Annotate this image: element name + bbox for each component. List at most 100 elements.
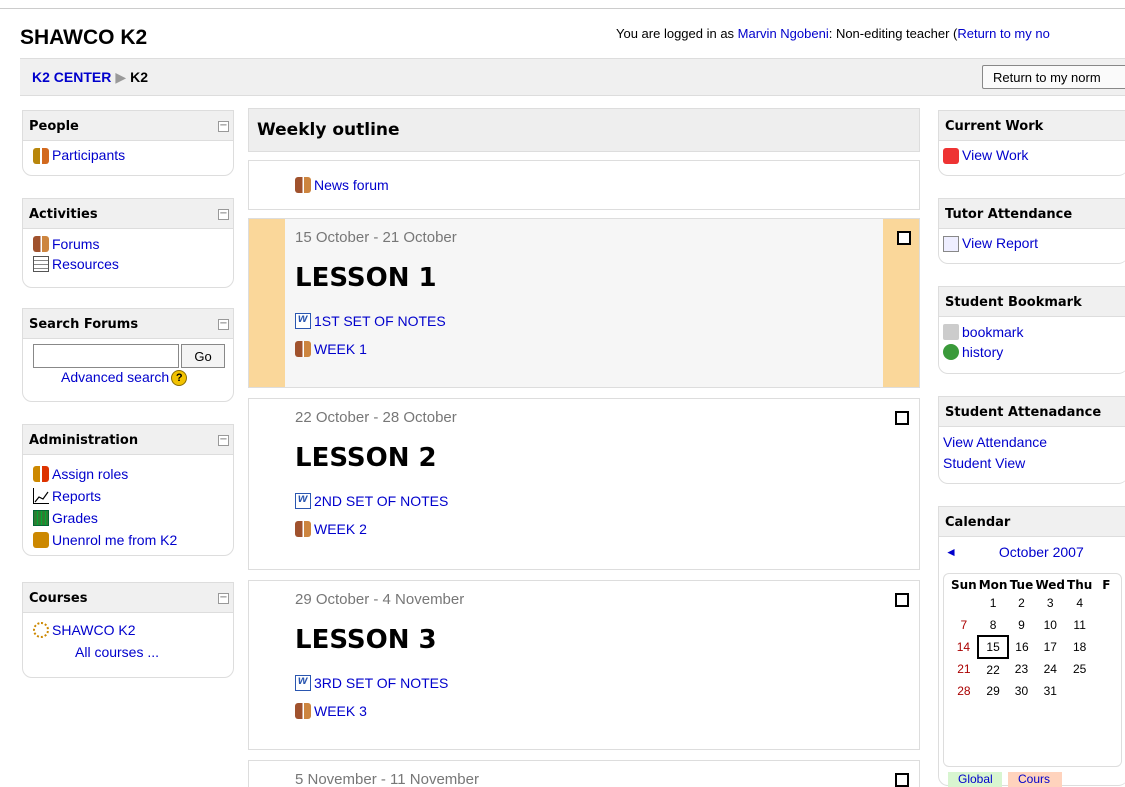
week-forum-link[interactable]: WEEK 2 [314, 521, 367, 537]
week-forum-link[interactable]: WEEK 3 [314, 703, 367, 719]
forum-search-input[interactable] [33, 344, 179, 368]
resource-icon [33, 256, 49, 272]
day-header: Tue [1009, 578, 1034, 592]
week-section: 15 October - 21 October LESSON 1 1ST SET… [248, 218, 920, 388]
return-to-role-link[interactable]: Return to my no [957, 26, 1050, 41]
participants-icon [33, 147, 49, 164]
section-title: LESSON 3 [295, 625, 437, 655]
forum-icon [295, 703, 311, 719]
collapse-toggle[interactable]: − [218, 121, 229, 132]
forum-icon [295, 341, 311, 357]
calendar-legend: Global Cours [948, 772, 1062, 787]
news-forum-link[interactable]: News forum [314, 177, 389, 193]
unenrol-link[interactable]: Unenrol me from K2 [52, 529, 177, 551]
calendar-day: 16 [1015, 640, 1029, 654]
reports-icon [33, 488, 49, 504]
all-courses-link[interactable]: All courses ... [75, 644, 159, 660]
day-header: Wed [1035, 578, 1066, 592]
section-title: LESSON 2 [295, 443, 437, 473]
legend-global[interactable]: Global [948, 772, 1002, 787]
section-date: 15 October - 21 October [295, 229, 457, 246]
show-only-week-checkbox[interactable] [897, 231, 911, 245]
show-only-week-checkbox[interactable] [895, 773, 909, 787]
show-only-week-checkbox[interactable] [895, 593, 909, 607]
unenrol-icon [33, 532, 49, 548]
block-header: Search Forums − [23, 309, 233, 339]
block-header: Administration − [23, 425, 233, 455]
notes-link[interactable]: 2ND SET OF NOTES [314, 493, 448, 509]
block-title: Administration [29, 433, 139, 448]
block-header: Student Bookmark [939, 287, 1125, 317]
legend-course[interactable]: Cours [1008, 772, 1062, 787]
calendar-day: 31 [1043, 684, 1057, 698]
calendar-day: 8 [989, 617, 997, 632]
courses-block: Courses − SHAWCO K2 All courses ... [22, 582, 234, 678]
previous-month-icon[interactable]: ◄ [945, 545, 957, 559]
student-bookmark-block: Student Bookmark bookmark history [938, 286, 1125, 374]
calendar-day [1093, 614, 1119, 636]
section-title: LESSON 1 [295, 263, 437, 293]
calendar-day: 17 [1043, 640, 1057, 654]
student-view-link[interactable]: Student View [943, 455, 1025, 471]
block-title: Current Work [945, 119, 1044, 134]
show-only-week-checkbox[interactable] [895, 411, 909, 425]
history-icon [943, 344, 959, 360]
block-header: Courses − [23, 583, 233, 613]
navbar: K2 CENTER ▶ K2 Return to my norm [20, 58, 1125, 96]
participants-link[interactable]: Participants [52, 145, 125, 166]
bookmark-icon [943, 324, 959, 340]
work-icon [943, 147, 959, 164]
forums-link[interactable]: Forums [52, 234, 99, 254]
go-button[interactable]: Go [181, 344, 225, 368]
notes-link[interactable]: 3RD SET OF NOTES [314, 675, 448, 691]
collapse-toggle[interactable]: − [218, 209, 229, 220]
week-forum-link[interactable]: WEEK 1 [314, 341, 367, 357]
calendar-day: 7 [960, 618, 968, 632]
calendar-day: 30 [1014, 684, 1029, 698]
advanced-search-link[interactable]: Advanced search [61, 369, 169, 385]
week-section: 22 October - 28 October LESSON 2 2ND SET… [248, 398, 920, 570]
assign-roles-link[interactable]: Assign roles [52, 463, 128, 485]
reports-link[interactable]: Reports [52, 485, 101, 507]
view-attendance-link[interactable]: View Attendance [943, 434, 1047, 450]
login-info: You are logged in as Marvin Ngobeni: Non… [616, 26, 1050, 41]
student-attendance-block: Student Attenadance View Attendance Stud… [938, 396, 1125, 484]
calendar-month-link[interactable]: October 2007 [999, 544, 1084, 560]
forum-icon [295, 177, 311, 193]
collapse-toggle[interactable]: − [218, 435, 229, 446]
notes-link[interactable]: 1ST SET OF NOTES [314, 313, 446, 329]
calendar-day: 23 [1014, 662, 1029, 676]
calendar-day: 21 [957, 662, 971, 676]
people-block: People − Participants [22, 110, 234, 176]
week-section: 5 November - 11 November [248, 760, 920, 787]
resources-link[interactable]: Resources [52, 254, 119, 274]
course-icon [33, 622, 49, 638]
history-link[interactable]: history [962, 342, 1003, 362]
block-title: Student Bookmark [945, 295, 1082, 310]
search-row: Go [23, 339, 233, 368]
view-report-link[interactable]: View Report [962, 233, 1038, 254]
return-to-normal-role-button[interactable]: Return to my norm [982, 65, 1125, 89]
calendar-table: Sun Mon Tue Wed Thu F 1 2 3 4 7 8 9 10 1… [950, 578, 1119, 702]
day-header: Thu [1067, 578, 1093, 592]
calendar-day: 9 [1018, 618, 1025, 632]
report-icon [943, 235, 959, 252]
help-icon[interactable]: ? [171, 370, 188, 387]
calendar-day [1093, 636, 1119, 658]
bookmark-link[interactable]: bookmark [962, 322, 1023, 342]
breadcrumb-home[interactable]: K2 CENTER [32, 69, 111, 85]
word-doc-icon [295, 311, 311, 329]
collapse-toggle[interactable]: − [218, 319, 229, 330]
user-profile-link[interactable]: Marvin Ngobeni [738, 26, 829, 41]
view-work-link[interactable]: View Work [962, 145, 1028, 166]
forum-icon [295, 521, 311, 537]
day-header: Sun [951, 578, 977, 592]
calendar-today: 15 [976, 635, 1010, 659]
calendar-day: 24 [1043, 662, 1057, 676]
course-link[interactable]: SHAWCO K2 [52, 619, 136, 641]
block-header: People − [23, 111, 233, 141]
block-title: Search Forums [29, 317, 139, 332]
grades-link[interactable]: Grades [52, 507, 98, 529]
collapse-toggle[interactable]: − [218, 593, 229, 604]
calendar-day [1093, 592, 1119, 614]
